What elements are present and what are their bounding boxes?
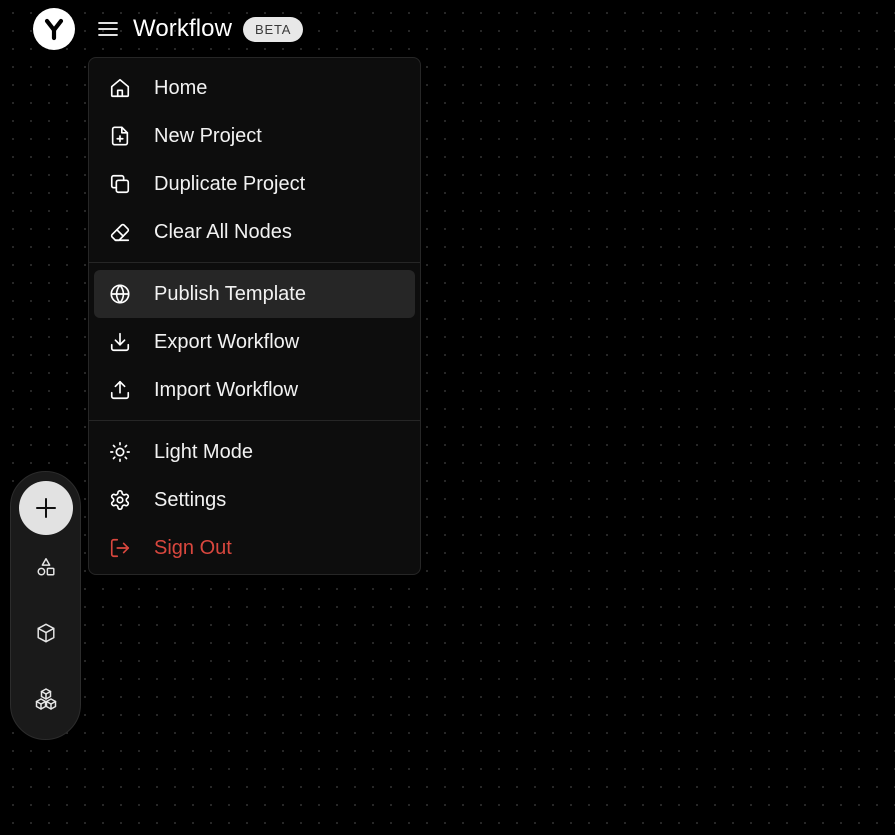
eraser-icon [108, 220, 132, 244]
menu-item-label: Publish Template [154, 282, 306, 305]
menu-item-new-project[interactable]: New Project [94, 112, 415, 160]
menu-item-label: Clear All Nodes [154, 220, 292, 243]
menu-item-label: Home [154, 76, 208, 99]
menu-item-clear-all-nodes[interactable]: Clear All Nodes [94, 208, 415, 256]
menu-item-label: Export Workflow [154, 330, 300, 353]
menu-item-label: Settings [154, 488, 227, 511]
copy-icon [108, 172, 132, 196]
menu-item-home[interactable]: Home [94, 64, 415, 112]
upload-icon [108, 378, 132, 402]
menu-item-settings[interactable]: Settings [94, 476, 415, 524]
globe-icon [108, 282, 132, 306]
beta-badge: BETA [243, 16, 304, 42]
sign-out-icon [108, 536, 132, 560]
home-icon [108, 76, 132, 100]
top-bar: Workflow BETA [33, 8, 304, 50]
menu-item-label: New Project [154, 124, 262, 147]
menu-item-light-mode[interactable]: Light Mode [94, 428, 415, 476]
shapes-icon [36, 558, 55, 576]
sun-icon [108, 440, 132, 464]
box-icon [36, 623, 55, 643]
menu-item-export-workflow[interactable]: Export Workflow [94, 318, 415, 366]
file-plus-icon [108, 124, 132, 148]
menu-item-import-workflow[interactable]: Import Workflow [94, 366, 415, 414]
menu-item-label: Import Workflow [154, 378, 299, 401]
shapes-button[interactable] [26, 547, 66, 587]
y-logo-icon[interactable] [33, 8, 75, 50]
main-menu-dropdown: Home New Project Duplicate Project Clear… [88, 57, 421, 575]
box-button[interactable] [26, 613, 66, 653]
boxes-button[interactable] [26, 679, 66, 719]
add-node-button[interactable] [18, 481, 73, 535]
app-title: Workflow [133, 15, 233, 42]
menu-item-label: Duplicate Project [154, 172, 306, 195]
gear-icon [108, 488, 132, 512]
left-toolbar [10, 471, 81, 740]
menu-item-label: Sign Out [154, 536, 232, 559]
plus-icon [35, 498, 56, 518]
download-icon [108, 330, 132, 354]
menu-separator [89, 420, 420, 421]
boxes-icon [35, 688, 56, 710]
menu-separator [89, 262, 420, 263]
menu-item-sign-out[interactable]: Sign Out [94, 524, 415, 572]
menu-item-publish-template[interactable]: Publish Template [94, 270, 415, 318]
menu-item-duplicate-project[interactable]: Duplicate Project [94, 160, 415, 208]
hamburger-icon[interactable] [97, 18, 119, 40]
menu-item-label: Light Mode [154, 440, 253, 463]
